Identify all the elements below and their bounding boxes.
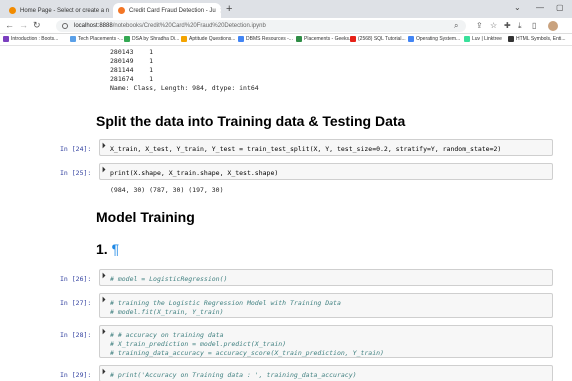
bookmark-icon [508, 36, 514, 42]
download-icon[interactable]: ⤓ [518, 21, 522, 31]
bookmark-icon [70, 36, 76, 42]
cell-prompt: In [29]: [60, 371, 92, 379]
bookmark-label: Luv | Linktree [472, 36, 502, 42]
bookmark-item[interactable]: DBMS Resources -... [238, 36, 293, 42]
bookmark-label: Aptitude Questions... [189, 36, 236, 42]
run-cell-icon[interactable]: ⏵ [102, 273, 106, 281]
star-icon[interactable]: ☆ [490, 21, 497, 31]
bookmark-item[interactable]: Operating System... [408, 36, 460, 42]
series-output-line: 281144 1 [110, 66, 154, 74]
bookmark-item[interactable]: Introduction : Boots... [3, 36, 58, 42]
bookmark-icon [124, 36, 130, 42]
url-host: localhost:8888 [74, 23, 113, 29]
avatar[interactable] [548, 21, 558, 31]
bookmark-label: (2568) SQL Tutorial... [358, 36, 406, 42]
run-cell-icon[interactable]: ⏵ [102, 329, 106, 337]
cell-prompt: In [26]: [60, 275, 92, 283]
bookmark-icon [464, 36, 470, 42]
code-comment[interactable]: # print('Accuracy on Training data : ', … [110, 371, 357, 379]
browser-tab-bar: Home Page - Select or create a n ✕ Credi… [0, 0, 572, 18]
code-comment[interactable]: # training_data_accuracy = accuracy_scor… [110, 349, 384, 357]
forward-arrow-icon[interactable]: → [19, 20, 28, 31]
bookmark-label: Tech Placements -... [78, 36, 124, 42]
bookmark-label: HTML Symbols, Enti... [516, 36, 566, 42]
restore-icon[interactable]: ▢ [556, 3, 564, 12]
bookmark-item[interactable]: HTML Symbols, Enti... [508, 36, 566, 42]
series-output-line: 280149 1 [110, 57, 154, 65]
notebook-page: 280143 1 280149 1 281144 1 281674 1 Name… [0, 47, 572, 381]
back-arrow-icon[interactable]: ← [5, 20, 14, 31]
url-path: /notebooks/Credit%20Card%20Fraud%20Detec… [112, 23, 266, 29]
cell-output: (984, 30) (787, 30) (197, 30) [110, 186, 224, 194]
bookmark-item[interactable]: DSA by Shradha Di... [124, 36, 179, 42]
bookmark-item[interactable]: Luv | Linktree [464, 36, 502, 42]
bookmark-label: Introduction : Boots... [11, 36, 59, 42]
cell-prompt: In [28]: [60, 331, 92, 339]
sidebar-icon[interactable]: ▯ [532, 21, 536, 31]
bookmark-icon [296, 36, 302, 42]
bookmark-icon [3, 36, 9, 42]
heading-number: 1. [96, 241, 108, 257]
tab-credit-card-fraud[interactable]: Credit Card Fraud Detection - Ju ✕ [113, 3, 221, 18]
close-icon[interactable]: ✕ [109, 7, 112, 15]
heading-split-data: Split the data into Training data & Test… [96, 113, 406, 129]
address-bar-row: ← → ↻ localhost:8888/notebooks/Credit%20… [0, 18, 572, 34]
run-cell-icon[interactable]: ⏵ [102, 369, 106, 377]
code-comment[interactable]: # model.fit(X_train, Y_train) [110, 308, 224, 316]
new-tab-button[interactable]: + [226, 3, 232, 15]
series-output-line: Name: Class, Length: 984, dtype: int64 [110, 84, 259, 92]
info-icon [62, 23, 68, 29]
code-comment[interactable]: # X_train_prediction = model.predict(X_t… [110, 340, 286, 348]
code-line[interactable]: X_train, X_test, Y_train, Y_test = train… [110, 145, 501, 153]
extensions-icon[interactable]: ✚ [504, 21, 511, 31]
bookmark-item[interactable]: Aptitude Questions... [181, 36, 235, 42]
anchor-link-icon[interactable]: ¶ [112, 241, 120, 257]
code-comment[interactable]: # training the Logistic Regression Model… [110, 299, 341, 307]
url-field[interactable]: localhost:8888/notebooks/Credit%20Card%2… [56, 20, 466, 32]
bookmark-label: DBMS Resources -... [246, 36, 293, 42]
bookmarks-bar: Introduction : Boots... Tech Placements … [0, 34, 572, 46]
minimize-icon[interactable]: — [536, 3, 544, 12]
series-output-line: 281674 1 [110, 75, 154, 83]
cell-prompt: In [27]: [60, 299, 92, 307]
reload-icon[interactable]: ↻ [33, 20, 41, 31]
share-icon[interactable]: ⇪ [476, 21, 483, 31]
code-comment[interactable]: # # accuracy on training data [110, 331, 224, 339]
tab-home-page[interactable]: Home Page - Select or create a n ✕ [4, 3, 112, 18]
bookmark-item[interactable]: Tech Placements -... [70, 36, 123, 42]
bookmark-icon [238, 36, 244, 42]
heading-model-training: Model Training [96, 209, 195, 225]
bookmark-item[interactable]: (2568) SQL Tutorial... [350, 36, 406, 42]
bookmark-icon [408, 36, 414, 42]
chevron-down-icon[interactable]: ⌄ [514, 3, 521, 12]
run-cell-icon[interactable]: ⏵ [102, 297, 106, 305]
close-icon[interactable]: ✕ [216, 7, 221, 15]
series-output-line: 280143 1 [110, 48, 154, 56]
bookmark-label: Operating System... [416, 36, 461, 42]
run-cell-icon[interactable]: ⏵ [102, 167, 106, 175]
jupyter-favicon-icon [9, 7, 16, 14]
cell-prompt: In [24]: [60, 145, 92, 153]
bookmark-icon [181, 36, 187, 42]
tab-title: Credit Card Fraud Detection - Ju [129, 7, 216, 14]
heading-one: 1. ¶ [96, 241, 119, 257]
code-line[interactable]: print(X.shape, X_train.shape, X_test.sha… [110, 169, 278, 177]
run-cell-icon[interactable]: ⏵ [102, 143, 106, 151]
jupyter-favicon-icon [118, 7, 125, 14]
youtube-icon [350, 36, 356, 42]
cell-prompt: In [25]: [60, 169, 92, 177]
zoom-icon[interactable]: ⌕ [454, 21, 458, 31]
bookmark-label: Placements - Geeks... [304, 36, 354, 42]
bookmark-label: DSA by Shradha Di... [132, 36, 180, 42]
code-comment[interactable]: # model = LogisticRegression() [110, 275, 227, 283]
tab-title: Home Page - Select or create a n [20, 7, 110, 14]
bookmark-item[interactable]: Placements - Geeks... [296, 36, 353, 42]
